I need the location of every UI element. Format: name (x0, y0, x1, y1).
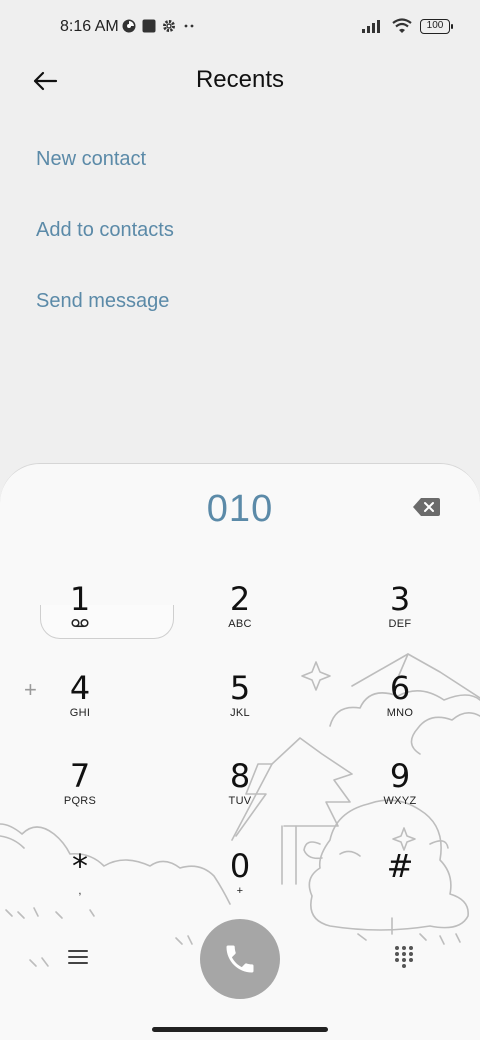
status-time: 8:16 AM (60, 18, 119, 35)
key-letters: JKL (230, 707, 250, 719)
wifi-icon (392, 18, 412, 33)
dialed-number: 010 (206, 488, 274, 530)
key-digit: 1 (69, 580, 91, 618)
page-title: Recents (195, 66, 285, 93)
key-letters: WXYZ (383, 795, 417, 807)
voicemail-icon (71, 618, 89, 628)
key-3[interactable]: 3 DEF (345, 581, 455, 657)
backspace-button[interactable] (412, 496, 442, 518)
new-contact-option[interactable]: New contact (36, 148, 146, 171)
dialpad-toggle-button[interactable] (392, 944, 416, 968)
dialpad-grid-icon (395, 946, 413, 968)
home-indicator[interactable] (152, 1027, 328, 1032)
more-dots-icon (184, 24, 194, 28)
phone-icon (226, 945, 254, 973)
backspace-icon (413, 498, 440, 516)
key-digit: 5 (229, 669, 251, 707)
key-letters: TUV (228, 795, 252, 807)
settings-gear-icon (163, 20, 175, 32)
key-letters: DEF (388, 618, 412, 630)
key-star[interactable]: * , (25, 848, 135, 924)
key-digit: 3 (389, 580, 411, 618)
key-digit: 2 (229, 580, 251, 618)
key-digit: * (72, 847, 88, 885)
key-0[interactable]: 0 + (185, 848, 295, 924)
key-letters: ABC (228, 618, 252, 630)
key-letters: PQRS (63, 795, 97, 807)
key-hash[interactable]: # (345, 848, 455, 924)
key-digit: 9 (389, 757, 411, 795)
key-8[interactable]: 8 TUV (185, 758, 295, 834)
key-digit: 0 (229, 847, 251, 885)
menu-button[interactable] (66, 945, 90, 969)
key-4[interactable]: 4 GHI (25, 670, 135, 746)
key-7[interactable]: 7 PQRS (25, 758, 135, 834)
status-right-icons: 100 (362, 18, 453, 34)
key-digit: 6 (389, 669, 411, 707)
key-digit: # (386, 847, 414, 885)
key-9[interactable]: 9 WXYZ (345, 758, 455, 834)
status-left-icons (122, 19, 196, 33)
camera-sync-icon (122, 19, 136, 33)
key-letters: , (78, 885, 82, 897)
key-letters: GHI (69, 707, 91, 719)
square-icon (142, 19, 156, 33)
status-bar: 8:16 AM 100 (0, 0, 480, 56)
add-to-contacts-option[interactable]: Add to contacts (36, 219, 174, 242)
key-letters: MNO (386, 707, 414, 719)
key-digit: 7 (69, 757, 91, 795)
key-digit: 8 (229, 757, 251, 795)
battery-icon: 100 (420, 18, 453, 34)
key-1[interactable]: 1 (25, 581, 135, 657)
key-letters: + (236, 885, 244, 897)
hamburger-menu-icon (68, 950, 88, 964)
key-digit: 4 (69, 669, 91, 707)
send-message-option[interactable]: Send message (36, 290, 169, 313)
key-5[interactable]: 5 JKL (185, 670, 295, 746)
key-6[interactable]: 6 MNO (345, 670, 455, 746)
key-2[interactable]: 2 ABC (185, 581, 295, 657)
signal-icon (362, 20, 380, 33)
dialpad-sheet: 010 + 1 2 ABC 3 DEF 4 GHI 5 JKL 6 MNO 7 (0, 463, 480, 1040)
call-button[interactable] (200, 919, 280, 999)
